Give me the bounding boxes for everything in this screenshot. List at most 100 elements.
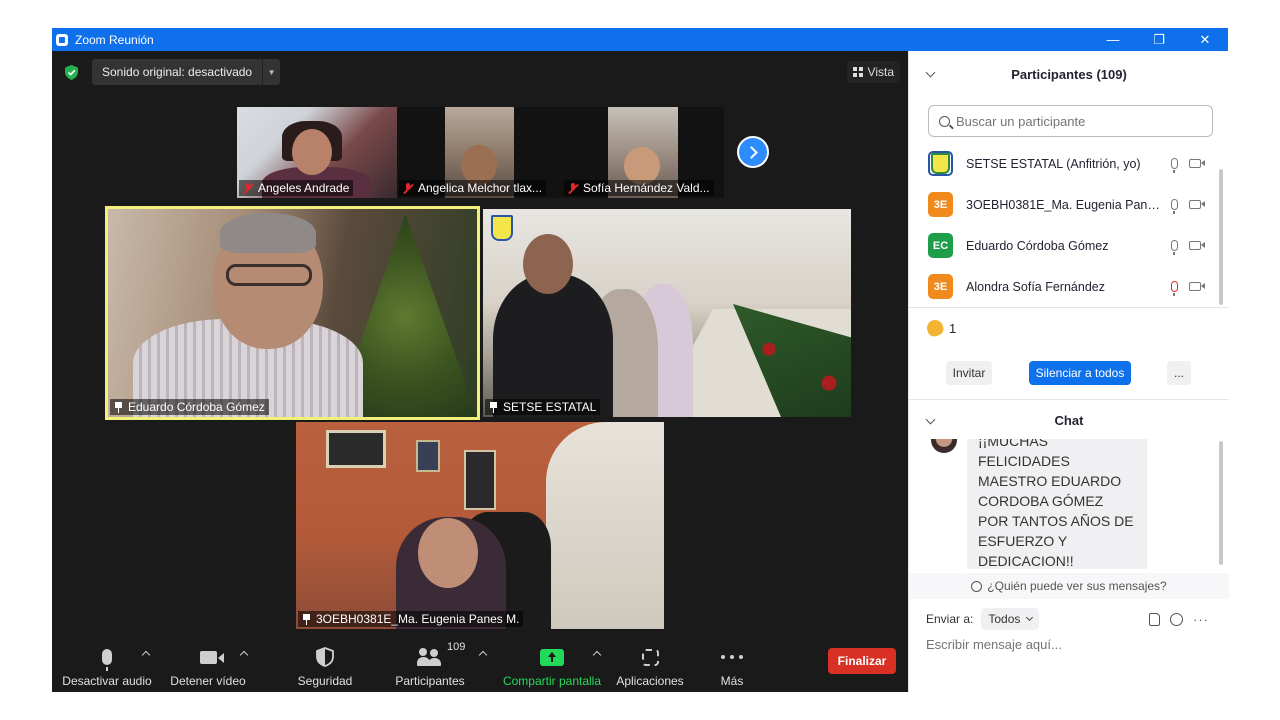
participant-row[interactable]: 3E 3OEBH0381E_Ma. Eugenia Pane... <box>909 184 1221 225</box>
thumbnail-video-2[interactable]: Angelica Melchor tlax... <box>397 107 562 198</box>
microphone-icon[interactable] <box>1171 240 1178 255</box>
chat-messages: ¡¡MUCHAS FELICIDADES MAESTRO EDUARDO COR… <box>909 439 1221 569</box>
file-icon[interactable] <box>1149 613 1160 626</box>
share-screen-button[interactable]: Compartir pantalla <box>500 637 604 692</box>
pin-icon <box>114 401 123 413</box>
avatar: 3E <box>928 192 953 217</box>
send-to-dropdown[interactable]: Todos <box>981 608 1040 630</box>
original-sound-label: Sonido original: desactivado <box>102 65 253 79</box>
participant-row[interactable]: 3E Alondra Sofía Fernández <box>909 266 1221 307</box>
avatar: EC <box>928 233 953 258</box>
participant-name-tag: Sofía Hernández Vald... <box>564 180 714 196</box>
mute-audio-button[interactable]: Desactivar audio <box>62 637 152 692</box>
mic-muted-icon <box>568 182 578 194</box>
participants-button[interactable]: 109 Participantes <box>392 637 468 692</box>
view-label: Vista <box>867 65 894 79</box>
video-tile-participant[interactable]: 3OEBH0381E_Ma. Eugenia Panes M. <box>296 422 664 629</box>
more-dots-icon[interactable]: ··· <box>1193 612 1209 627</box>
microphone-muted-icon[interactable] <box>1171 281 1178 296</box>
participant-search[interactable] <box>928 105 1213 137</box>
chat-message-input[interactable] <box>926 637 1216 652</box>
apps-button[interactable]: Aplicaciones <box>614 637 686 692</box>
video-options-chevron-icon[interactable] <box>240 649 248 657</box>
more-button[interactable]: Más <box>712 637 752 692</box>
person-lock-icon <box>971 580 983 592</box>
video-tile-host[interactable]: SETSE ESTATAL <box>483 209 851 417</box>
original-sound-toggle[interactable]: Sonido original: desactivado ▼ <box>92 59 281 85</box>
share-options-chevron-icon[interactable] <box>593 649 601 657</box>
participants-count-badge: 109 <box>447 641 466 653</box>
chat-message: ¡¡MUCHAS FELICIDADES MAESTRO EDUARDO COR… <box>967 439 1147 569</box>
security-shield-icon <box>316 647 334 667</box>
video-camera-icon[interactable] <box>1189 159 1205 168</box>
collapse-chevron-icon[interactable] <box>925 67 936 78</box>
minimize-button[interactable]: — <box>1090 28 1136 51</box>
title-bar: Zoom Reunión — ❐ ✕ <box>52 28 1228 51</box>
pin-icon <box>302 613 311 625</box>
clapping-hands-icon <box>924 317 946 339</box>
next-page-arrow-icon[interactable] <box>737 136 769 168</box>
participant-list: SETSE ESTATAL (Anfitrión, yo) 3E 3OEBH03… <box>909 143 1221 307</box>
avatar <box>931 439 957 453</box>
search-icon <box>939 115 950 127</box>
video-tile-active-speaker[interactable]: Eduardo Córdoba Gómez <box>105 206 480 420</box>
video-camera-icon[interactable] <box>1189 282 1205 291</box>
microphone-icon[interactable] <box>1171 158 1178 173</box>
thumbnail-video-1[interactable]: Angeles Andrade <box>237 107 397 198</box>
chat-scrollbar[interactable] <box>1219 441 1223 565</box>
organization-logo <box>491 215 513 241</box>
participants-header: Participantes (109) <box>909 51 1229 97</box>
participants-options-chevron-icon[interactable] <box>479 649 487 657</box>
more-options-button[interactable]: ... <box>1167 361 1191 385</box>
mic-muted-icon <box>403 182 413 194</box>
chat-title: Chat <box>1054 412 1084 428</box>
collapse-chevron-icon[interactable] <box>925 414 936 425</box>
emoji-icon[interactable] <box>1170 613 1183 626</box>
participant-name-tag: Eduardo Córdoba Gómez <box>110 399 269 415</box>
share-screen-icon <box>540 648 564 666</box>
restore-button[interactable]: ❐ <box>1136 28 1182 51</box>
microphone-icon <box>102 649 112 671</box>
participant-list-scrollbar[interactable] <box>1219 169 1223 305</box>
microphone-icon[interactable] <box>1171 199 1178 214</box>
chat-tools: ··· <box>1149 612 1209 627</box>
reaction-counter: 1 <box>924 317 956 339</box>
chat-header: Chat <box>909 401 1229 439</box>
participant-name-tag: 3OEBH0381E_Ma. Eugenia Panes M. <box>298 611 524 627</box>
video-camera-icon[interactable] <box>1189 241 1205 250</box>
video-camera-icon[interactable] <box>1189 200 1205 209</box>
more-dots-icon <box>721 655 743 659</box>
mute-all-button[interactable]: Silenciar a todos <box>1029 361 1131 385</box>
avatar <box>928 151 953 176</box>
participants-icon <box>417 648 443 666</box>
grid-icon <box>852 67 863 77</box>
audio-options-chevron-icon[interactable] <box>142 649 150 657</box>
chevron-down-icon <box>1026 613 1034 622</box>
apps-icon <box>641 648 659 666</box>
security-button[interactable]: Seguridad <box>290 637 360 692</box>
close-button[interactable]: ✕ <box>1182 28 1228 51</box>
chevron-down-icon[interactable]: ▼ <box>262 59 280 85</box>
invite-button[interactable]: Invitar <box>946 361 992 385</box>
view-button[interactable]: Vista <box>846 61 900 83</box>
participant-name-tag: SETSE ESTATAL <box>485 399 601 415</box>
who-can-see-messages[interactable]: ¿Quién puede ver sus mensajes? <box>909 573 1229 599</box>
participant-search-input[interactable] <box>956 113 1196 129</box>
participants-title: Participantes (109) <box>1011 66 1127 82</box>
avatar: 3E <box>928 274 953 299</box>
zoom-window: Zoom Reunión — ❐ ✕ Sonido original: desa… <box>52 28 1229 692</box>
participant-row[interactable]: SETSE ESTATAL (Anfitrión, yo) <box>909 143 1221 184</box>
window-title: Zoom Reunión <box>75 32 154 47</box>
meeting-toolbar: Desactivar audio Detener vídeo Seguridad <box>52 637 908 692</box>
window-controls: — ❐ ✕ <box>1090 28 1228 51</box>
side-panel: Participantes (109) SETSE ESTATAL (Anfit… <box>908 51 1229 692</box>
participant-row[interactable]: EC Eduardo Córdoba Gómez <box>909 225 1221 266</box>
stop-video-button[interactable]: Detener vídeo <box>168 637 248 692</box>
participant-name-tag: Angelica Melchor tlax... <box>399 180 547 196</box>
meeting-area: Sonido original: desactivado ▼ Vista Ang… <box>52 51 908 692</box>
encryption-shield-icon[interactable] <box>65 65 78 80</box>
participant-name-tag: Angeles Andrade <box>239 180 354 196</box>
thumbnail-video-3[interactable]: Sofía Hernández Vald... <box>562 107 724 198</box>
end-meeting-button[interactable]: Finalizar <box>828 648 896 674</box>
send-to-label: Enviar a: <box>926 612 974 626</box>
